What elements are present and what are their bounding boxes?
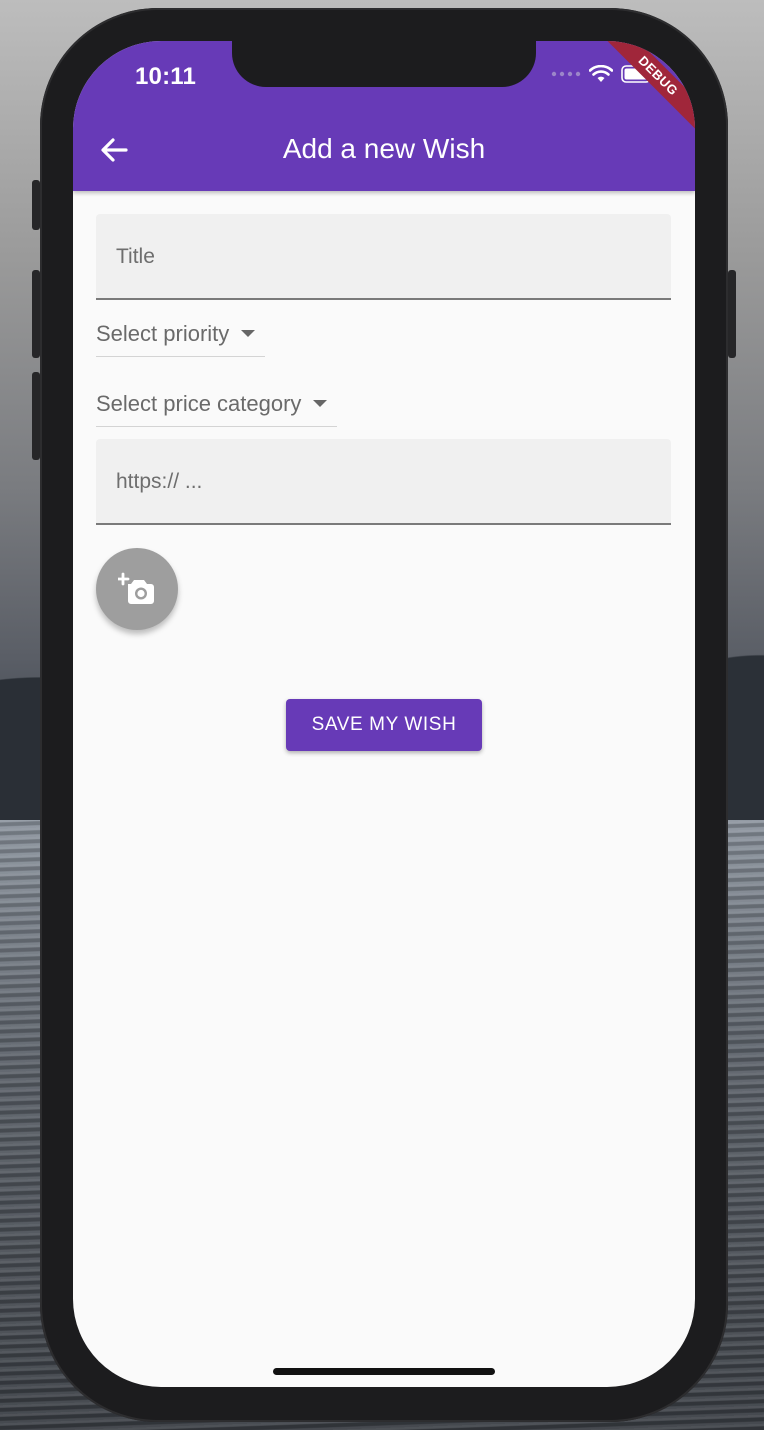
- title-input[interactable]: [114, 238, 658, 276]
- mute-switch: [32, 180, 40, 230]
- priority-dropdown-label: Select priority: [96, 320, 230, 346]
- wifi-icon: [589, 65, 613, 82]
- volume-up-button: [32, 270, 40, 358]
- arrow-drop-down-icon: [313, 400, 328, 407]
- priority-dropdown[interactable]: Select priority: [96, 311, 266, 357]
- volume-down-button: [32, 372, 40, 460]
- home-indicator[interactable]: [273, 1368, 495, 1375]
- price-category-dropdown[interactable]: Select price category: [96, 381, 338, 427]
- notch: [232, 41, 536, 87]
- save-wish-button[interactable]: SAVE MY WISH: [286, 699, 482, 751]
- price-category-dropdown-label: Select price category: [96, 390, 302, 416]
- title-field[interactable]: [96, 214, 671, 300]
- app-bar: 10:11 DEBUG Add a new Wish: [73, 41, 695, 191]
- app-screen: 10:11 DEBUG Add a new Wish Title Select …: [73, 41, 695, 1387]
- status-time: 10:11: [135, 63, 197, 90]
- add-photo-button[interactable]: [96, 548, 178, 630]
- url-input[interactable]: [114, 463, 658, 501]
- page-title: Add a new Wish: [282, 133, 486, 164]
- power-button: [728, 270, 736, 358]
- cellular-signal-icon: [551, 71, 581, 77]
- debug-banner: DEBUG: [597, 41, 695, 137]
- url-field[interactable]: [96, 439, 671, 525]
- add-a-photo-icon: [118, 572, 154, 604]
- arrow-drop-down-icon: [241, 330, 256, 337]
